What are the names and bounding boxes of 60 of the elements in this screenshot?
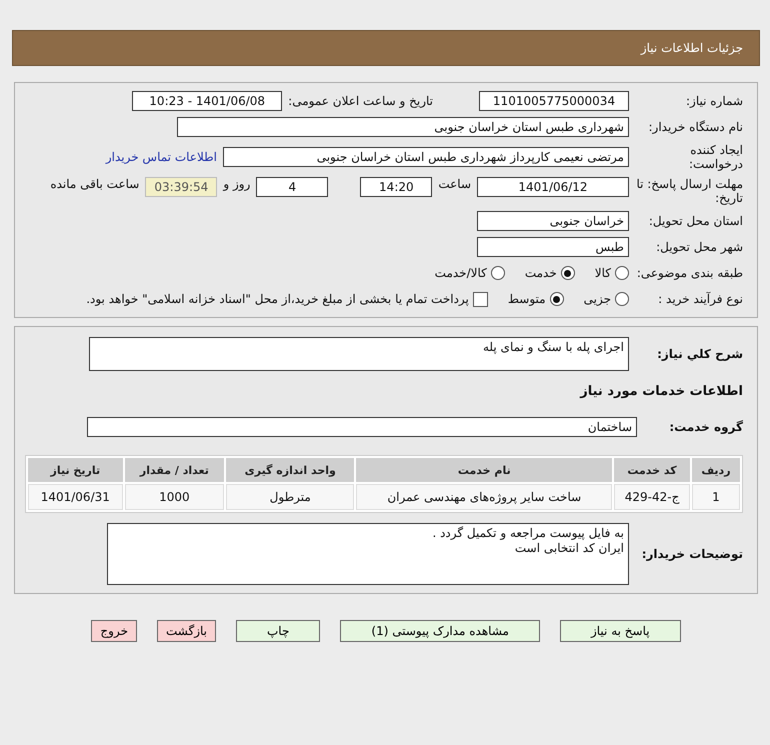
field-label: شرح کلي نیاز: bbox=[656, 346, 743, 361]
radio-button[interactable] bbox=[615, 266, 629, 280]
table-cell: مترطول bbox=[226, 484, 354, 510]
field-label: شهر محل تحویل: bbox=[655, 240, 743, 254]
radio-label: خدمت bbox=[524, 266, 557, 280]
table-cell: 1 bbox=[692, 484, 740, 510]
field-label: استان محل تحویل: bbox=[648, 214, 743, 228]
radio-label: کالا bbox=[594, 266, 611, 280]
action-button[interactable]: خروج bbox=[91, 620, 137, 642]
deadline-time-field: 14:20 bbox=[360, 177, 432, 197]
action-button[interactable]: چاپ bbox=[236, 620, 320, 642]
table-cell: 1401/06/31 bbox=[28, 484, 123, 510]
deadline-date-field: 1401/06/12 bbox=[477, 177, 629, 197]
need-number-field: 1101005775000034 bbox=[479, 91, 629, 111]
field-label: توضیحات خریدار: bbox=[640, 547, 743, 561]
radio-button[interactable] bbox=[615, 292, 629, 306]
checkbox[interactable] bbox=[472, 292, 488, 306]
action-button[interactable]: پاسخ به نیاز bbox=[560, 620, 681, 642]
table-cell: ج-42-429 bbox=[614, 484, 690, 510]
radio-label: متوسط bbox=[508, 292, 546, 306]
section-title: اطلاعات خدمات مورد نیاز bbox=[580, 384, 743, 398]
column-header: تاریخ نیاز bbox=[28, 458, 123, 482]
radio-button[interactable] bbox=[550, 292, 564, 306]
buyer-notes-field: به فایل پیوست مراجعه و تکمیل گردد . ایران کد انتخابی است bbox=[107, 523, 629, 585]
column-header: نام خدمت bbox=[356, 458, 612, 482]
field-label: طبقه بندی موضوعی: bbox=[636, 266, 743, 280]
remaining-time-field: 03:39:54 bbox=[145, 177, 218, 197]
column-header: ردیف bbox=[692, 458, 740, 482]
field-label: نام دستگاه خریدار: bbox=[648, 120, 743, 134]
radio-button[interactable] bbox=[560, 266, 575, 280]
column-header: تعداد / مقدار bbox=[124, 458, 224, 482]
field-label: ساعت باقی مانده bbox=[50, 177, 140, 191]
announce-date-field: 1401/06/08 - 10:23 bbox=[132, 91, 282, 111]
header-title: جزئیات اطلاعات نیاز bbox=[640, 41, 743, 55]
field-label: ایجاد کننده درخواست: bbox=[688, 143, 743, 171]
column-header: واحد اندازه گیری bbox=[226, 458, 354, 482]
description-field: اجرای پله با سنگ و نمای پله bbox=[89, 337, 629, 371]
radio-button[interactable] bbox=[490, 266, 505, 280]
contact-link[interactable]: اطلاعات تماس خریدار bbox=[106, 150, 217, 164]
service-group-field: ساختمان bbox=[87, 417, 637, 437]
field-label: روز و bbox=[223, 177, 250, 191]
field-label: ساعت bbox=[438, 177, 471, 191]
field-label: تاریخ و ساعت اعلان عمومی: bbox=[288, 94, 433, 108]
radio-label: جزیی bbox=[584, 292, 611, 306]
city-field: طبس bbox=[477, 237, 629, 257]
province-field: خراسان جنوبی bbox=[477, 211, 629, 231]
action-button[interactable]: بازگشت bbox=[157, 620, 216, 642]
creator-field: مرتضی نعیمی کارپرداز شهرداری طبس استان خراسان جنوبی bbox=[223, 147, 629, 167]
field-label: شماره نیاز: bbox=[685, 94, 743, 108]
days-field: 4 bbox=[256, 177, 328, 197]
checkbox-label: پرداخت تمام یا بخشی از مبلغ خرید،از محل "اسناد خزانه اسلامی" خواهد بود. bbox=[86, 292, 469, 306]
radio-label: کالا/خدمت bbox=[434, 266, 487, 280]
field-label: گروه خدمت: bbox=[668, 420, 743, 434]
column-header: کد خدمت bbox=[614, 458, 690, 482]
buyer-org-field: شهرداری طبس استان خراسان جنوبی bbox=[177, 117, 629, 137]
action-button[interactable]: مشاهده مدارک پیوستی (1) bbox=[340, 620, 540, 642]
table-cell: 1000 bbox=[124, 484, 224, 510]
table-cell: ساخت سایر پروژه‌های مهندسی عمران bbox=[356, 484, 612, 510]
field-label: مهلت ارسال پاسخ: تا تاریخ: bbox=[635, 177, 743, 205]
field-label: نوع فرآیند خرید : bbox=[657, 292, 743, 306]
